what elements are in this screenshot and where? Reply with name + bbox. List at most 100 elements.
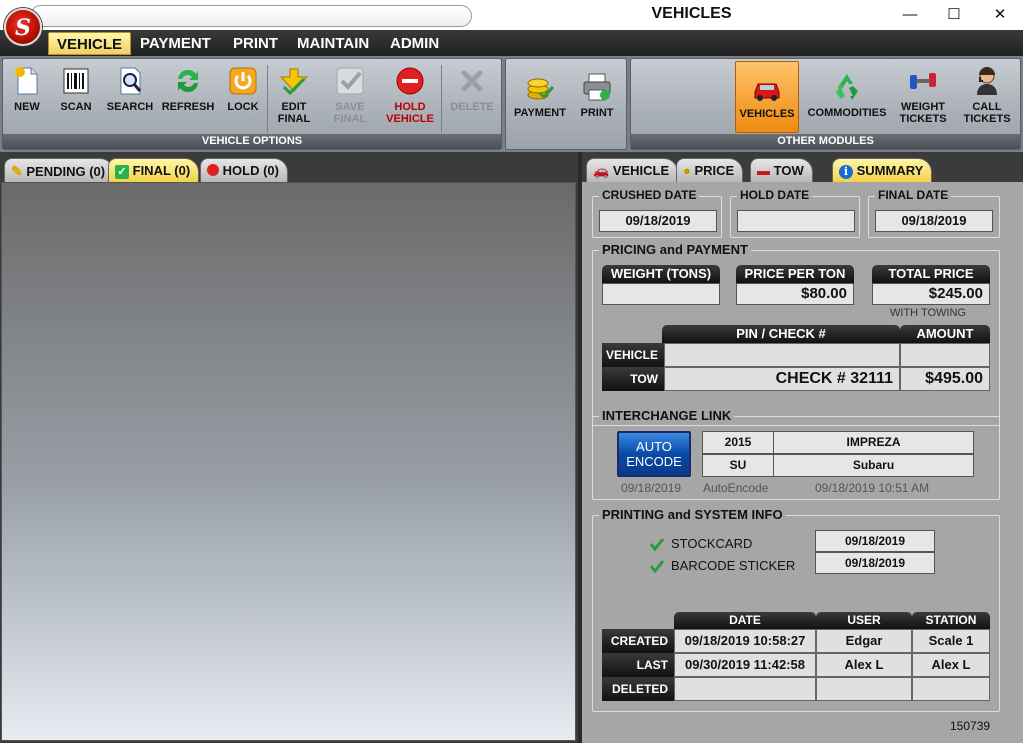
commodities-module-button[interactable]: COMMODITIES (805, 71, 889, 119)
crushed-date-field[interactable]: 09/18/2019 (599, 210, 717, 232)
menu-payment[interactable]: PAYMENT (132, 32, 219, 55)
tab-price[interactable]: ● PRICE (676, 158, 744, 182)
vehicle-list-area[interactable] (1, 182, 576, 741)
hold-label-1: HOLD (394, 101, 426, 113)
record-id: 150739 (950, 719, 991, 733)
hold-icon (207, 164, 219, 176)
hold-vehicle-button[interactable]: HOLD VEHICLE (383, 65, 437, 125)
tab-vehicle[interactable]: 🚗 VEHICLE (586, 158, 679, 182)
vehicle-amount-field[interactable] (900, 343, 990, 367)
created-station-field[interactable]: Scale 1 (912, 629, 990, 653)
power-lock-icon (229, 67, 257, 95)
delete-x-icon (461, 70, 483, 92)
tow-amount-field[interactable]: $495.00 (900, 367, 990, 391)
commodities-module-label: COMMODITIES (807, 107, 887, 119)
price-per-ton-field[interactable]: $80.00 (736, 283, 854, 305)
stockcard-date-field[interactable]: 09/18/2019 (815, 530, 935, 552)
edit-final-button[interactable]: EDIT FINAL (273, 65, 315, 125)
search-icon (120, 67, 142, 95)
barcode-sticker-label: BARCODE STICKER (671, 558, 796, 573)
tab-pending[interactable]: ✎ PENDING (0) (4, 158, 115, 182)
tab-final[interactable]: ✓ FINAL (0) (108, 158, 200, 182)
hold-date-field[interactable] (737, 210, 855, 232)
print-button[interactable]: PRINT (574, 71, 620, 119)
weight-tickets-button[interactable]: WEIGHT TICKETS (895, 65, 951, 125)
vehicle-model-field[interactable]: IMPREZA (773, 431, 974, 454)
pin-check-header: PIN / CHECK # (662, 325, 900, 343)
maximize-button[interactable]: ☐ (932, 3, 976, 27)
pencil-icon: ✎ (11, 163, 23, 179)
call-tickets-label-1: CALL (972, 101, 1002, 113)
total-price-field[interactable]: $245.00 (872, 283, 990, 305)
vehicle-year-field[interactable]: 2015 (702, 431, 774, 454)
barcode-sticker-check-icon (649, 560, 665, 574)
app-logo[interactable]: S (4, 8, 42, 46)
make-code-field[interactable]: SU (702, 454, 774, 477)
tab-tow[interactable]: ▬ TOW (750, 158, 813, 182)
last-user-field[interactable]: Alex L (816, 653, 912, 677)
menu-vehicle[interactable]: VEHICLE (48, 32, 132, 55)
barcode-sticker-date-field[interactable]: 09/18/2019 (815, 552, 935, 574)
vehicle-make-field[interactable]: Subaru (773, 454, 974, 477)
interchange-link-group: INTERCHANGE LINK AUTO ENCODE 2015 IMPREZ… (592, 408, 1000, 500)
edit-final-label-2: FINAL (277, 113, 311, 125)
tow-row-label: TOW (602, 367, 664, 391)
final-date-label: FINAL DATE (875, 188, 952, 202)
last-date-field[interactable]: 09/30/2019 11:42:58 (674, 653, 816, 677)
final-date-field[interactable]: 09/18/2019 (875, 210, 993, 232)
weight-header: WEIGHT (TONS) (602, 265, 720, 283)
last-station-field[interactable]: Alex L (912, 653, 990, 677)
tab-hold[interactable]: HOLD (0) (200, 158, 288, 182)
weight-field[interactable] (602, 283, 720, 305)
interchange-link-label: INTERCHANGE LINK (599, 408, 735, 423)
delete-button[interactable]: DELETE (447, 65, 497, 113)
menu-maintain[interactable]: MAINTAIN (289, 32, 377, 55)
tow-pin-field[interactable]: CHECK # 32111 (664, 367, 900, 391)
created-date-field[interactable]: 09/18/2019 10:58:27 (674, 629, 816, 653)
created-user-field[interactable]: Edgar (816, 629, 912, 653)
close-button[interactable]: ✕ (978, 3, 1022, 27)
crushed-date-group: CRUSHED DATE 09/18/2019 (592, 188, 722, 238)
car-icon: 🚗 (593, 163, 610, 178)
other-modules-label: OTHER MODULES (631, 134, 1020, 149)
save-final-label-2: FINAL (333, 113, 367, 125)
menu-admin[interactable]: ADMIN (382, 32, 447, 55)
barcode-icon (63, 68, 89, 94)
printing-system-info-label: PRINTING and SYSTEM INFO (599, 507, 786, 522)
station-column-header: STATION (912, 612, 990, 629)
scan-label: SCAN (60, 101, 92, 113)
right-tab-strip: 🚗 VEHICLE ● PRICE ▬ TOW i SUMMARY (582, 152, 1023, 182)
vehicle-list-panel: ✎ PENDING (0) ✓ FINAL (0) HOLD (0) (0, 152, 578, 743)
auto-encode-button[interactable]: AUTO ENCODE (617, 431, 691, 477)
tab-tow-label: TOW (773, 163, 804, 178)
deleted-date-field[interactable] (674, 677, 816, 701)
call-tickets-label-2: TICKETS (963, 113, 1011, 125)
other-modules-group: VEHICLES COMMODITIES WEIGHT TICKETS CALL… (630, 58, 1021, 150)
payment-button[interactable]: PAYMENT (512, 71, 568, 119)
lock-button[interactable]: LOCK (223, 65, 263, 113)
vehicles-module-button[interactable]: VEHICLES (735, 61, 799, 133)
tab-vehicle-label: VEHICLE (612, 163, 670, 178)
minimize-button[interactable]: — (888, 3, 932, 27)
search-button[interactable]: SEARCH (104, 65, 156, 113)
edit-final-label-1: EDIT (281, 101, 307, 113)
date-column-header: DATE (674, 612, 816, 629)
auto-encode-label-1: AUTO (636, 439, 672, 454)
new-button[interactable]: NEW (7, 65, 47, 113)
deleted-user-field[interactable] (816, 677, 912, 701)
call-tickets-button[interactable]: CALL TICKETS (957, 65, 1017, 125)
scan-button[interactable]: SCAN (55, 65, 97, 113)
payment-label: PAYMENT (514, 107, 566, 119)
vehicle-pin-field[interactable] (664, 343, 900, 367)
lock-label: LOCK (227, 101, 259, 113)
deleted-station-field[interactable] (912, 677, 990, 701)
quick-search-bar[interactable] (30, 5, 472, 27)
save-final-button[interactable]: SAVE FINAL (329, 65, 371, 125)
with-towing-note: WITH TOWING (890, 307, 966, 319)
car-icon (754, 83, 780, 101)
menu-print[interactable]: PRINT (225, 32, 286, 55)
vehicle-row-label: VEHICLE (602, 343, 664, 367)
tab-summary[interactable]: i SUMMARY (832, 158, 933, 182)
amount-header: AMOUNT (900, 325, 990, 343)
refresh-button[interactable]: REFRESH (160, 65, 216, 113)
